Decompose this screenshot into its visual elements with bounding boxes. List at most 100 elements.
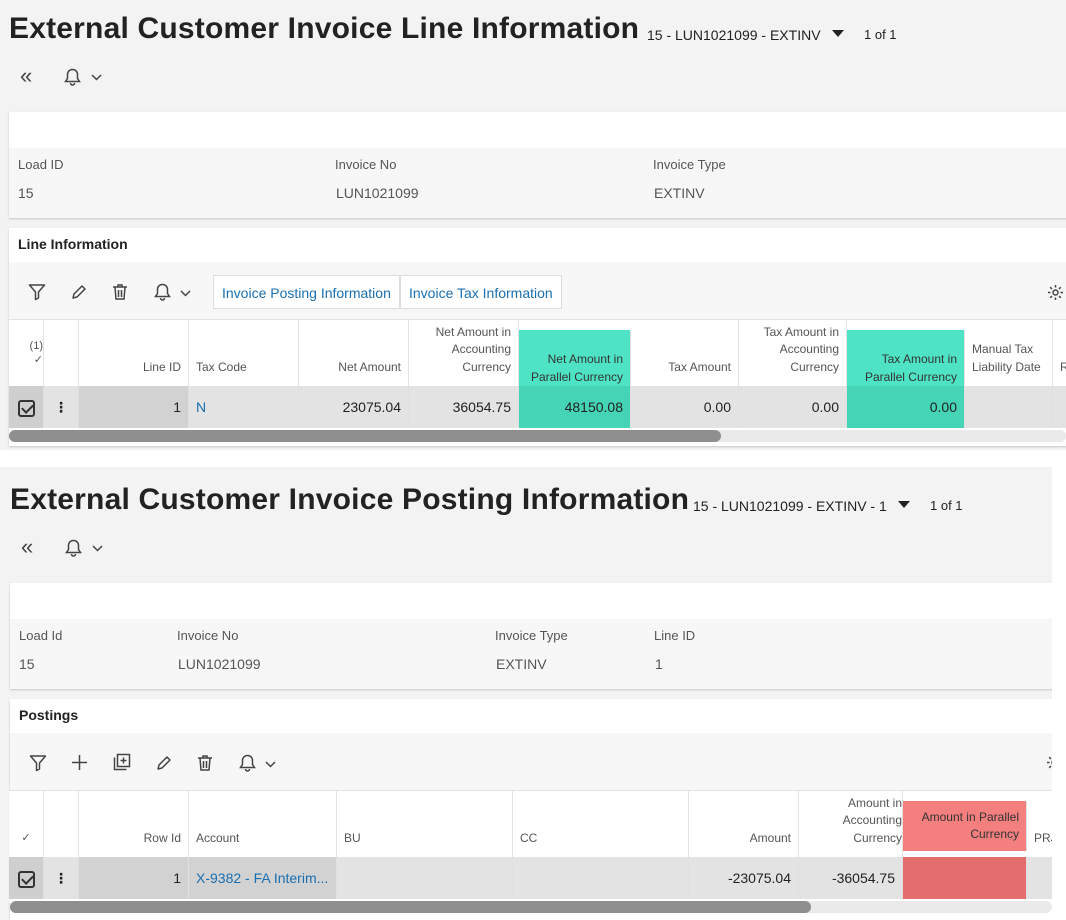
field-value: LUN1021099 bbox=[336, 185, 419, 201]
check-icon: ✓ bbox=[33, 354, 43, 366]
trash-icon[interactable] bbox=[197, 754, 213, 772]
column-header[interactable]: BU bbox=[337, 791, 513, 857]
record-selector[interactable]: 15 - LUN1021099 - EXTINV bbox=[647, 27, 821, 43]
postings-grid: ✓ Row Id Account BU CC Amount Amount in … bbox=[9, 790, 1052, 909]
column-header-highlighted[interactable]: Amount in Parallel Currency bbox=[903, 801, 1027, 851]
row-menu[interactable]: ⋮ bbox=[44, 386, 79, 428]
line-information-grid: (1) ✓ Line ID Tax Code Net Amount Net Amo… bbox=[9, 319, 1066, 431]
row-checkbox[interactable] bbox=[9, 857, 44, 899]
cell-amount-acc: -36054.75 bbox=[799, 857, 903, 899]
cell-amount-par-highlighted bbox=[903, 857, 1027, 899]
row-checkbox[interactable] bbox=[9, 386, 44, 428]
field-label: Load ID bbox=[18, 157, 64, 172]
record-pager: 1 of 1 bbox=[864, 27, 897, 42]
filter-icon[interactable] bbox=[29, 754, 47, 772]
field-value: 15 bbox=[18, 185, 34, 201]
column-header[interactable]: Amount bbox=[689, 791, 799, 857]
section-title: Line Information bbox=[18, 236, 128, 252]
table-row[interactable]: ⋮ 1 N 23075.04 36054.75 48150.08 0.00 0.… bbox=[9, 386, 1066, 428]
chevron-down-icon[interactable] bbox=[92, 545, 103, 553]
trash-icon[interactable] bbox=[112, 283, 128, 301]
column-header[interactable]: CC bbox=[513, 791, 689, 857]
cell-tax-amount: 0.00 bbox=[631, 386, 739, 428]
invoice-posting-information-button[interactable]: Invoice Posting Information bbox=[213, 275, 400, 309]
checkbox-checked-icon[interactable] bbox=[17, 870, 35, 888]
field-value: LUN1021099 bbox=[178, 656, 261, 672]
field-label: Invoice No bbox=[177, 628, 239, 643]
select-all-header[interactable]: ✓ bbox=[9, 791, 44, 857]
horizontal-scrollbar[interactable] bbox=[10, 901, 1052, 913]
chevron-down-icon[interactable] bbox=[898, 501, 910, 508]
cell-cc bbox=[513, 857, 689, 899]
cell-account-link[interactable]: X-9382 - FA Interim... bbox=[189, 857, 337, 899]
scrollbar-thumb[interactable] bbox=[10, 901, 811, 913]
invoice-tax-information-button[interactable]: Invoice Tax Information bbox=[400, 275, 562, 309]
row-menu-header bbox=[44, 320, 79, 386]
page-title: External Customer Invoice Posting Inform… bbox=[10, 483, 690, 516]
chevron-down-icon[interactable] bbox=[91, 74, 102, 82]
chevron-down-icon[interactable] bbox=[180, 290, 191, 298]
filter-icon[interactable] bbox=[28, 283, 46, 301]
add-icon[interactable] bbox=[71, 754, 88, 771]
cell-manual-tax-date bbox=[965, 386, 1053, 428]
table-row[interactable]: ⋮ 1 X-9382 - FA Interim... -23075.04 -36… bbox=[9, 857, 1052, 899]
collapse-left-icon[interactable]: « bbox=[20, 65, 32, 87]
column-header[interactable]: Tax Amount bbox=[631, 320, 739, 386]
gear-icon[interactable] bbox=[1047, 284, 1064, 301]
column-header[interactable]: Account bbox=[189, 791, 337, 857]
field-label: Line ID bbox=[654, 628, 696, 643]
field-value: 15 bbox=[19, 656, 35, 672]
header-band bbox=[9, 148, 1066, 218]
cell-net-amount-acc: 36054.75 bbox=[409, 386, 519, 428]
collapse-left-icon[interactable]: « bbox=[21, 536, 33, 558]
column-header[interactable]: Amount in Accounting Currency bbox=[799, 791, 903, 857]
duplicate-icon[interactable] bbox=[113, 753, 131, 771]
line-information-panel: External Customer Invoice Line Informati… bbox=[0, 0, 1066, 450]
horizontal-scrollbar[interactable] bbox=[9, 430, 1066, 442]
cell-row-id: 1 bbox=[79, 857, 189, 899]
page-title: External Customer Invoice Line Informati… bbox=[9, 12, 640, 45]
cell-tax-code-link[interactable]: N bbox=[189, 386, 299, 428]
edit-icon[interactable] bbox=[156, 755, 172, 771]
cell-bu bbox=[337, 857, 513, 899]
field-value: EXTINV bbox=[654, 185, 705, 201]
gear-icon[interactable] bbox=[1046, 754, 1052, 771]
column-header[interactable]: PRJ bbox=[1027, 791, 1052, 857]
field-value: 1 bbox=[655, 656, 663, 672]
field-label: Invoice No bbox=[335, 157, 397, 172]
cell-tax-amount-acc: 0.00 bbox=[739, 386, 847, 428]
column-header[interactable]: Net Amount bbox=[299, 320, 409, 386]
checkbox-checked-icon[interactable] bbox=[17, 399, 35, 417]
select-all-header[interactable]: (1) ✓ bbox=[9, 320, 44, 386]
column-header[interactable]: Line ID bbox=[79, 320, 189, 386]
field-label: Invoice Type bbox=[653, 157, 726, 172]
cell-net-amount-par-highlighted: 48150.08 bbox=[519, 386, 631, 428]
bell-icon[interactable] bbox=[65, 539, 82, 557]
field-label: Invoice Type bbox=[495, 628, 568, 643]
bell-icon[interactable] bbox=[154, 283, 171, 301]
cell-amount: -23075.04 bbox=[689, 857, 799, 899]
scrollbar-thumb[interactable] bbox=[9, 430, 721, 442]
bell-icon[interactable] bbox=[64, 68, 81, 86]
field-label: Load Id bbox=[19, 628, 63, 643]
check-icon: ✓ bbox=[21, 831, 31, 844]
cell-net-amount: 23075.04 bbox=[299, 386, 409, 428]
header-card: Load Id 15 Invoice No LUN1021099 Invoice… bbox=[10, 583, 1052, 689]
column-header[interactable]: Row Id bbox=[79, 791, 189, 857]
bell-icon[interactable] bbox=[239, 754, 256, 772]
column-header[interactable]: Tax Amount in Accounting Currency bbox=[739, 320, 847, 386]
posting-information-panel: External Customer Invoice Posting Inform… bbox=[0, 467, 1052, 920]
row-menu[interactable]: ⋮ bbox=[44, 857, 79, 899]
header-card: Load ID 15 Invoice No LUN1021099 Invoice… bbox=[9, 112, 1066, 218]
record-selector[interactable]: 15 - LUN1021099 - EXTINV - 1 bbox=[693, 498, 887, 514]
column-header[interactable]: Net Amount in Accounting Currency bbox=[409, 320, 519, 386]
column-header[interactable]: Tax Code bbox=[189, 320, 299, 386]
chevron-down-icon[interactable] bbox=[832, 30, 844, 37]
field-value: EXTINV bbox=[496, 656, 547, 672]
selection-count: (1) bbox=[29, 340, 43, 352]
column-header[interactable]: Manual Tax Liability Date bbox=[965, 320, 1053, 386]
column-header[interactable]: R bbox=[1053, 320, 1066, 386]
chevron-down-icon[interactable] bbox=[265, 761, 276, 769]
cell-tax-amount-par-highlighted: 0.00 bbox=[847, 386, 965, 428]
edit-icon[interactable] bbox=[71, 284, 87, 300]
